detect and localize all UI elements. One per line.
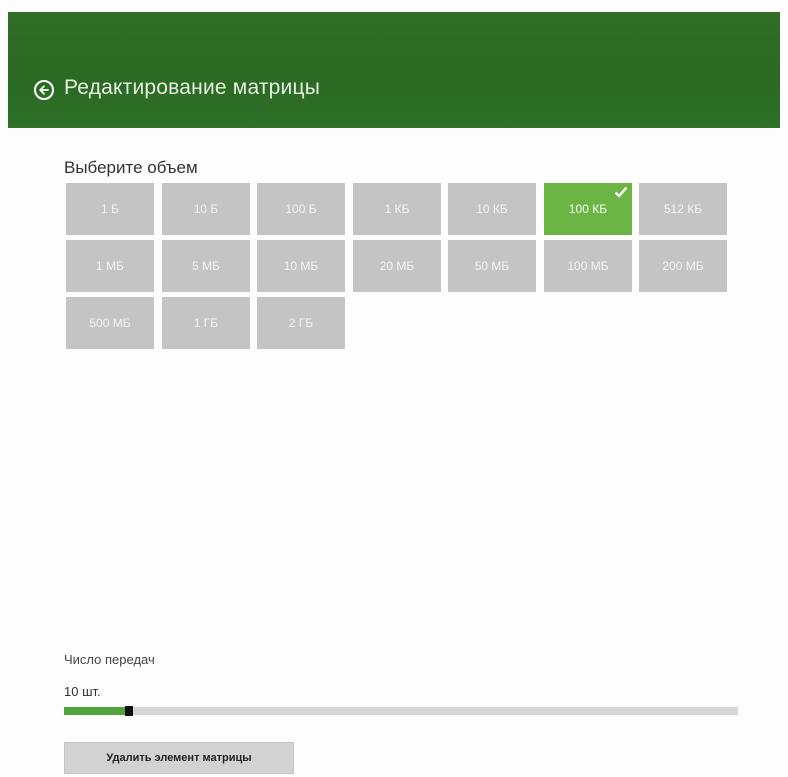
volume-tile-label: 1 ГБ — [193, 316, 219, 330]
volume-tile-label: 1 МБ — [96, 259, 124, 273]
volume-tile[interactable]: 200 МБ — [639, 240, 727, 292]
checkmark-icon — [614, 186, 628, 198]
volume-tile[interactable]: 1 МБ — [66, 240, 154, 292]
volume-tile[interactable]: 1 ГБ — [162, 297, 250, 349]
slider-fill — [64, 707, 125, 715]
slider-thumb[interactable] — [125, 706, 133, 716]
volume-tile-label: 1 КБ — [384, 202, 410, 216]
volume-tile[interactable]: 1 КБ — [353, 183, 441, 235]
volume-tile[interactable]: 10 КБ — [448, 183, 536, 235]
page-title: Редактирование матрицы — [64, 76, 321, 99]
volume-tile[interactable]: 1 Б — [66, 183, 154, 235]
volume-tile-label: 512 КБ — [663, 202, 703, 216]
delete-matrix-element-button[interactable]: Удалить элемент матрицы — [64, 742, 294, 774]
volume-tile-label: 1 Б — [101, 202, 119, 216]
volume-tile[interactable]: 500 МБ — [66, 297, 154, 349]
volume-tile[interactable]: 512 КБ — [639, 183, 727, 235]
volume-tile[interactable]: 10 Б — [162, 183, 250, 235]
volume-tile[interactable]: 100 Б — [257, 183, 345, 235]
volume-tile[interactable]: 10 МБ — [257, 240, 345, 292]
volume-tile-selected[interactable]: 100 КБ — [544, 183, 632, 235]
volume-tile[interactable]: 50 МБ — [448, 240, 536, 292]
volume-tile-label: 100 Б — [285, 202, 317, 216]
volume-tile-label: 100 МБ — [567, 259, 609, 273]
volume-tile-label: 100 КБ — [568, 202, 608, 216]
transfer-count-label: Число передач — [64, 652, 155, 667]
volume-section-label: Выберите объем — [64, 158, 198, 177]
volume-tile-label: 20 МБ — [379, 259, 415, 273]
page-header: Редактирование матрицы — [8, 12, 780, 128]
volume-tile[interactable]: 100 МБ — [544, 240, 632, 292]
volume-tile-label: 10 МБ — [283, 259, 319, 273]
volume-tile-label: 10 Б — [193, 202, 219, 216]
volume-tile-label: 50 МБ — [474, 259, 510, 273]
transfer-count-value: 10 шт. — [64, 684, 101, 699]
transfer-count-slider[interactable] — [64, 706, 738, 716]
volume-tile-label: 5 МБ — [192, 259, 220, 273]
volume-tile[interactable]: 2 ГБ — [257, 297, 345, 349]
volume-tile-label: 200 МБ — [662, 259, 704, 273]
volume-tile-label: 10 КБ — [476, 202, 508, 216]
volume-tile-label: 500 МБ — [89, 316, 131, 330]
volume-tile[interactable]: 20 МБ — [353, 240, 441, 292]
volume-tile[interactable]: 5 МБ — [162, 240, 250, 292]
volume-tile-label: 2 ГБ — [288, 316, 314, 330]
back-arrow-circle-icon[interactable] — [34, 80, 54, 100]
matrix-edit-page: Редактирование матрицы Выберите объем 1 … — [0, 0, 788, 777]
